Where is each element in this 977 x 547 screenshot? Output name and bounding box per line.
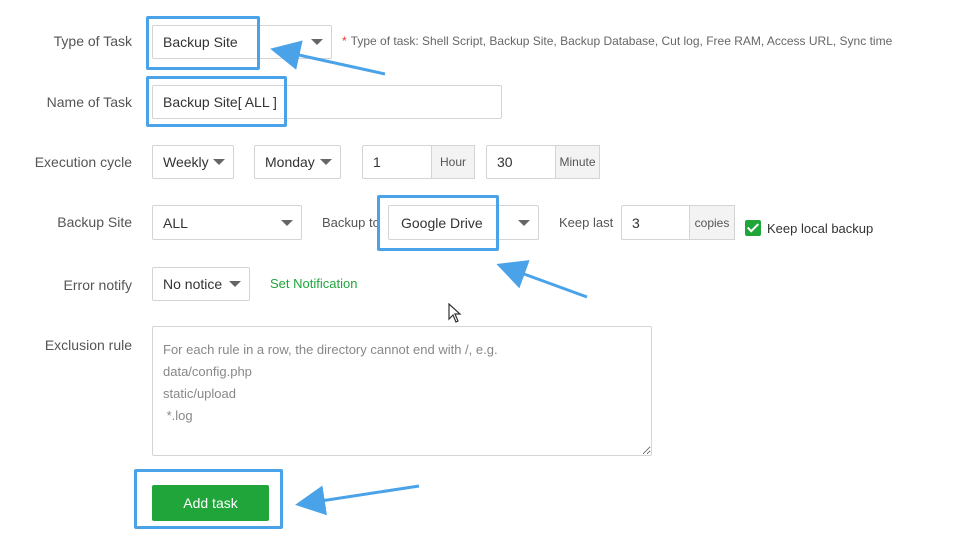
minute-value: 30 bbox=[497, 154, 513, 170]
task-name-value: Backup Site[ ALL ] bbox=[163, 94, 277, 110]
hour-addon: Hour bbox=[431, 145, 475, 179]
arrow-to-add-task bbox=[295, 484, 420, 516]
cycle-day-select[interactable]: Monday bbox=[254, 145, 341, 179]
backup-site-value: ALL bbox=[163, 214, 188, 231]
required-star: * bbox=[342, 34, 347, 48]
arrow-to-backup-to bbox=[496, 260, 588, 299]
execution-cycle-label: Execution cycle bbox=[34, 154, 132, 170]
task-name-input[interactable]: Backup Site[ ALL ] bbox=[152, 85, 502, 119]
name-of-task-label: Name of Task bbox=[46, 94, 132, 110]
cycle-period-value: Weekly bbox=[163, 154, 209, 170]
backup-site-select[interactable]: ALL bbox=[152, 205, 302, 240]
chevron-down-icon bbox=[311, 39, 323, 45]
error-notify-select[interactable]: No notice bbox=[152, 267, 250, 301]
type-of-task-label: Type of Task bbox=[53, 33, 132, 49]
hour-value: 1 bbox=[373, 154, 381, 170]
keep-last-value: 3 bbox=[632, 214, 640, 231]
backup-site-label: Backup Site bbox=[57, 214, 132, 230]
chevron-down-icon bbox=[320, 159, 332, 165]
keep-local-checkbox[interactable] bbox=[745, 220, 761, 236]
minute-input[interactable]: 30 Minute bbox=[486, 145, 600, 179]
backup-to-value: Google Drive bbox=[401, 214, 483, 231]
chevron-down-icon bbox=[281, 219, 293, 226]
mouse-cursor-icon bbox=[448, 303, 462, 323]
task-type-hint: * Type of task: Shell Script, Backup Site… bbox=[342, 34, 892, 48]
exclusion-rule-textarea[interactable] bbox=[152, 326, 652, 456]
error-notify-label: Error notify bbox=[63, 277, 132, 293]
chevron-down-icon bbox=[229, 281, 241, 287]
set-notification-link[interactable]: Set Notification bbox=[270, 276, 357, 291]
copies-addon: copies bbox=[689, 205, 735, 240]
chevron-down-icon bbox=[518, 219, 530, 226]
cycle-day-value: Monday bbox=[265, 154, 315, 170]
backup-to-label: Backup to bbox=[322, 215, 379, 230]
annotation-arrows bbox=[270, 40, 588, 516]
task-type-value: Backup Site bbox=[163, 34, 238, 50]
hour-input[interactable]: 1 Hour bbox=[362, 145, 475, 179]
task-type-select[interactable]: Backup Site bbox=[152, 25, 332, 59]
backup-to-select[interactable]: Google Drive bbox=[388, 205, 539, 240]
minute-addon: Minute bbox=[555, 145, 600, 179]
cycle-period-select[interactable]: Weekly bbox=[152, 145, 234, 179]
keep-last-label: Keep last bbox=[559, 215, 614, 230]
keep-last-input[interactable]: 3 copies bbox=[621, 205, 735, 240]
chevron-down-icon bbox=[213, 159, 225, 165]
task-type-hint-text: Type of task: Shell Script, Backup Site,… bbox=[350, 34, 893, 48]
add-task-button[interactable]: Add task bbox=[152, 485, 269, 521]
exclusion-rule-label: Exclusion rule bbox=[44, 337, 132, 353]
keep-local-label: Keep local backup bbox=[767, 221, 874, 236]
error-notify-value: No notice bbox=[163, 276, 223, 292]
